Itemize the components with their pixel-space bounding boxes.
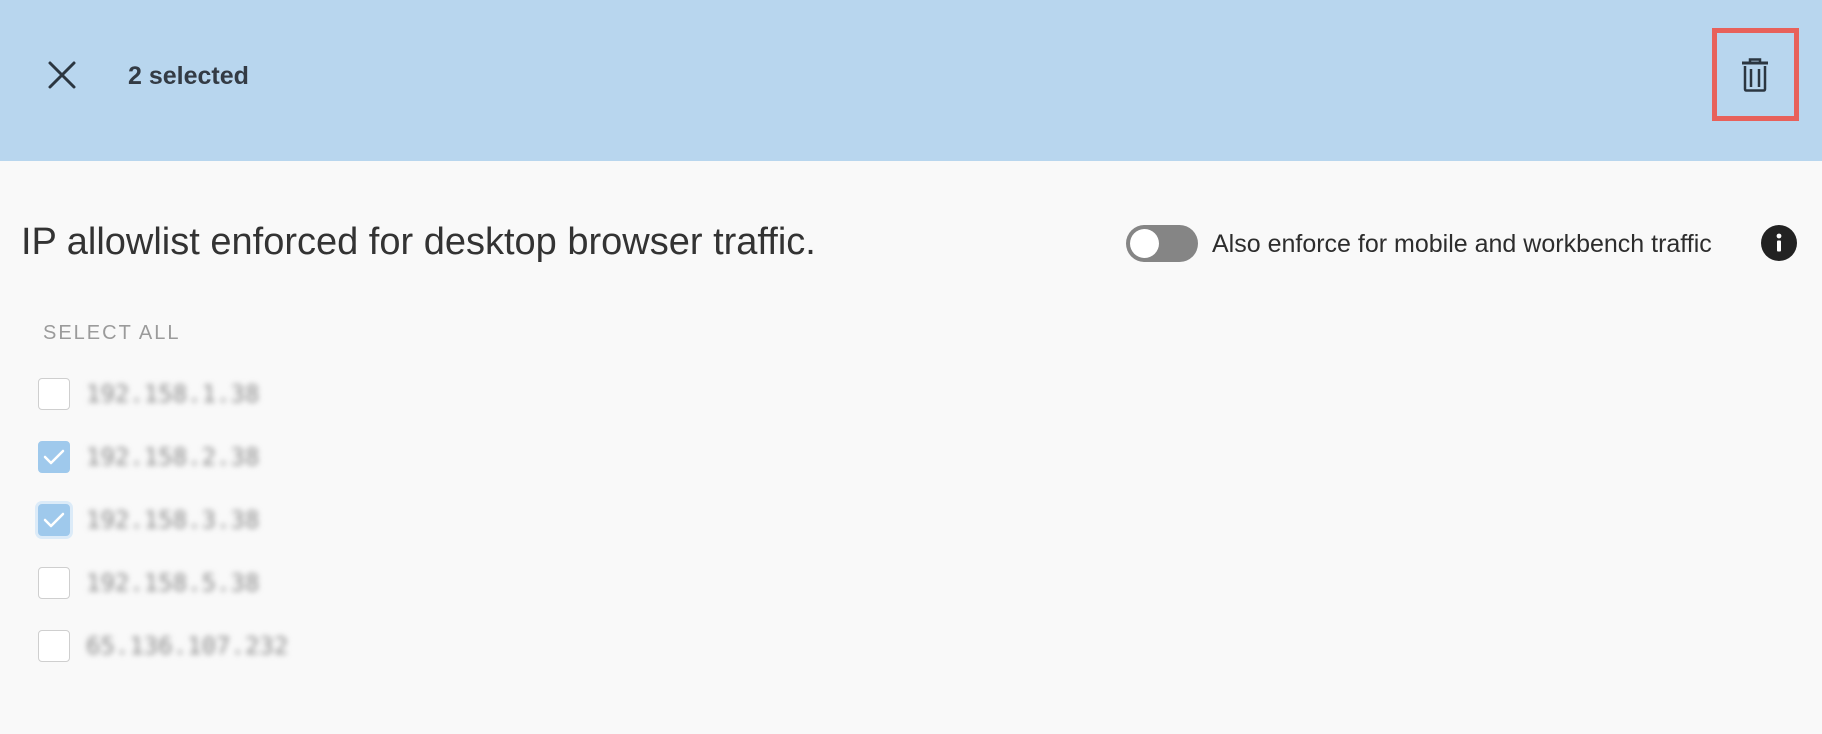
ip-address: 192.158.5.38 bbox=[86, 569, 260, 597]
info-glyph bbox=[1776, 233, 1782, 252]
toggle-knob bbox=[1130, 229, 1159, 258]
mobile-workbench-toggle[interactable] bbox=[1126, 225, 1198, 262]
toggle-label: Also enforce for mobile and workbench tr… bbox=[1212, 230, 1712, 258]
checkmark-icon bbox=[43, 512, 65, 528]
ip-checkbox[interactable] bbox=[38, 378, 70, 410]
ip-list-item: 192.158.1.38 bbox=[38, 377, 259, 411]
select-all-button[interactable]: SELECT ALL bbox=[43, 322, 180, 345]
selected-count-label: 2 selected bbox=[128, 62, 249, 90]
selection-action-bar: 2 selected bbox=[0, 0, 1822, 161]
ip-list-item: 192.158.3.38 bbox=[38, 503, 259, 537]
ip-checkbox[interactable] bbox=[38, 567, 70, 599]
ip-address: 192.158.2.38 bbox=[86, 443, 260, 471]
ip-address: 192.158.1.38 bbox=[86, 380, 260, 408]
ip-list-item: 192.158.5.38 bbox=[38, 566, 259, 600]
ip-list-item: 65.136.107.232 bbox=[38, 629, 288, 663]
ip-address: 65.136.107.232 bbox=[86, 632, 289, 660]
delete-selected-button[interactable] bbox=[1733, 50, 1777, 100]
close-icon bbox=[48, 61, 76, 89]
ip-checkbox[interactable] bbox=[38, 630, 70, 662]
ip-checkbox[interactable] bbox=[38, 504, 70, 536]
trash-icon bbox=[1742, 58, 1768, 92]
ip-list-item: 192.158.2.38 bbox=[38, 440, 259, 474]
ip-checkbox[interactable] bbox=[38, 441, 70, 473]
info-icon[interactable] bbox=[1761, 225, 1797, 261]
checkmark-icon bbox=[43, 449, 65, 465]
ip-address: 192.158.3.38 bbox=[86, 506, 260, 534]
close-selection-button[interactable] bbox=[42, 55, 82, 95]
allowlist-heading: IP allowlist enforced for desktop browse… bbox=[21, 221, 816, 263]
